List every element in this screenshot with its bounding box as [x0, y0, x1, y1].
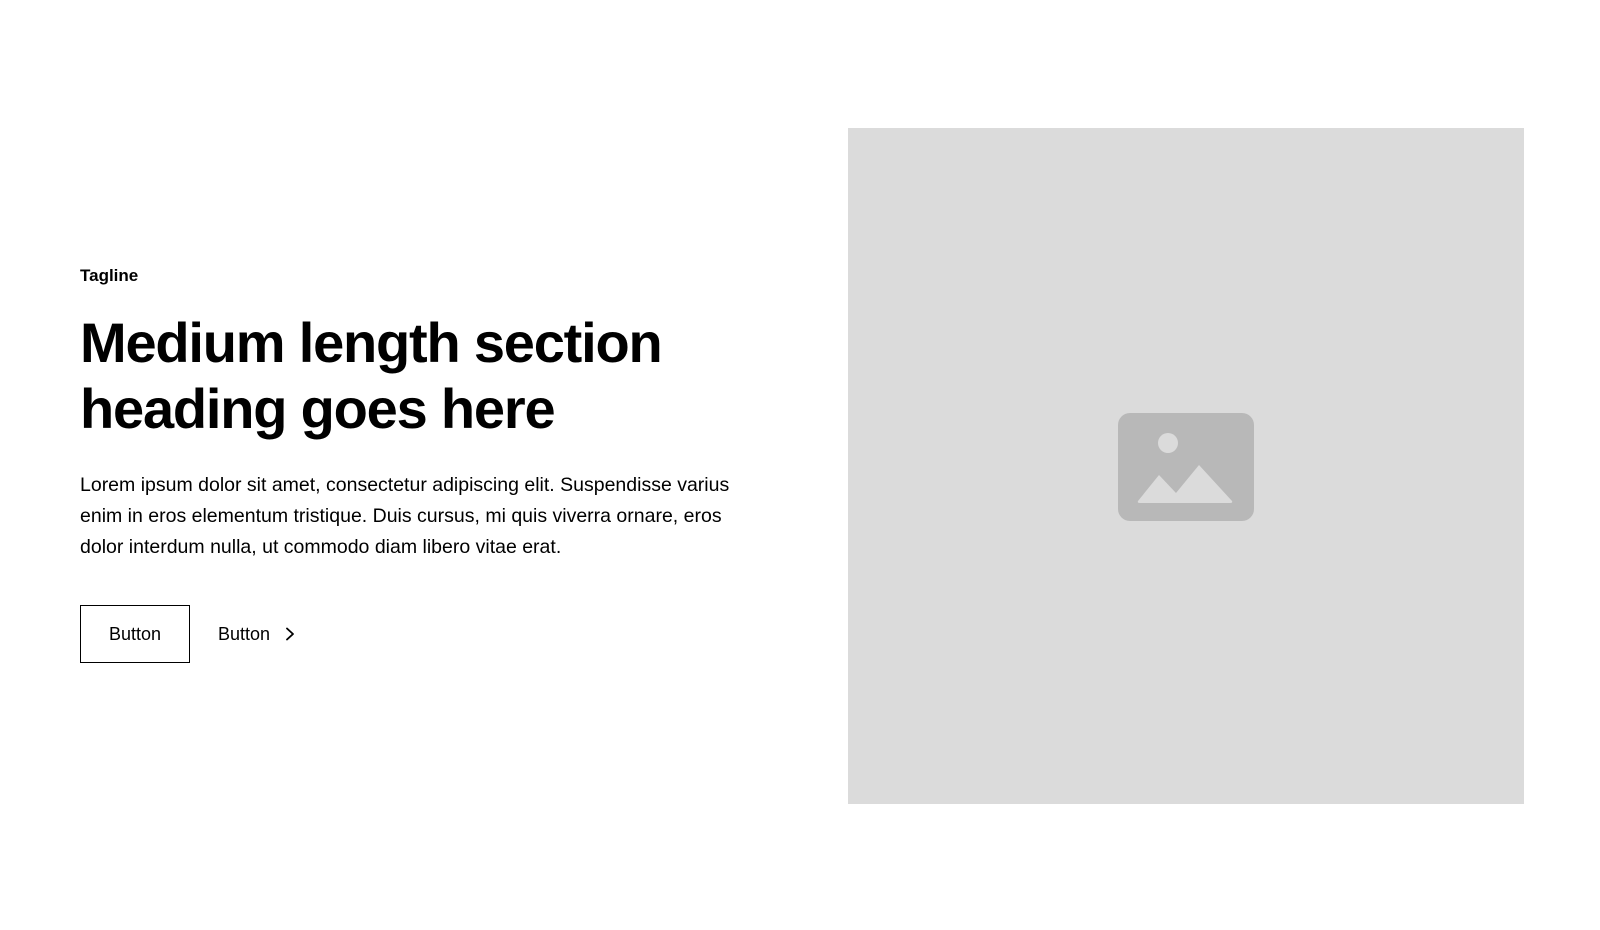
- section-heading: Medium length section heading goes here: [80, 311, 663, 440]
- secondary-button-label: Button: [218, 623, 271, 644]
- image-icon: [1118, 413, 1254, 521]
- tagline: Tagline: [80, 266, 139, 285]
- button-group: Button Button: [80, 605, 760, 663]
- chevron-right-icon: [286, 627, 294, 641]
- image-placeholder: [848, 128, 1524, 804]
- hero-section: Tagline Medium length section heading go…: [0, 0, 1600, 930]
- secondary-link-button[interactable]: Button: [218, 605, 296, 663]
- primary-button[interactable]: Button: [80, 605, 190, 663]
- section-body-text: Lorem ipsum dolor sit amet, consectetur …: [80, 474, 730, 558]
- primary-button-label: Button: [108, 623, 162, 644]
- hero-content: Tagline Medium length section heading go…: [80, 264, 760, 663]
